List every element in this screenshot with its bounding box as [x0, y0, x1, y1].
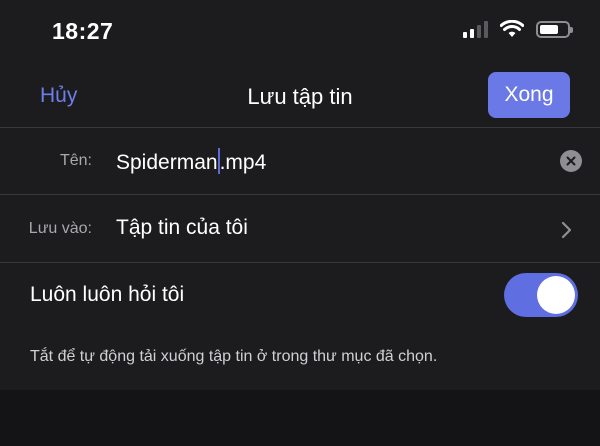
always-ask-row: Luôn luôn hỏi tôi [0, 263, 600, 326]
always-ask-label: Luôn luôn hỏi tôi [30, 283, 185, 306]
close-icon [566, 156, 576, 166]
nav-bar: Hủy Lưu tập tin Xong [0, 64, 600, 128]
battery-icon [536, 20, 573, 38]
bottom-background [0, 390, 600, 446]
name-field-text-before: Spiderman [116, 151, 218, 174]
footer: Tắt để tự động tải xuống tập tin ở trong… [0, 326, 600, 390]
name-label: Tên: [59, 152, 92, 169]
status-icons [463, 20, 573, 38]
clear-text-button[interactable] [560, 150, 582, 172]
done-button[interactable]: Xong [488, 72, 570, 118]
save-location-value: Tập tin của tôi [116, 216, 248, 239]
save-location-label: Lưu vào: [28, 220, 92, 237]
status-bar: 18:27 [0, 0, 600, 64]
wifi-icon [500, 20, 524, 37]
footer-hint: Tắt để tự động tải xuống tập tin ở trong… [30, 348, 438, 365]
always-ask-toggle[interactable] [504, 273, 578, 317]
cellular-signal-icon [463, 20, 488, 38]
name-field[interactable]: Spiderman.mp4 [116, 148, 266, 175]
name-row: Tên: Spiderman.mp4 [0, 128, 600, 194]
name-field-text-after: .mp4 [219, 151, 267, 174]
chevron-right-icon [561, 221, 572, 239]
save-location-row[interactable]: Lưu vào: Tập tin của tôi [0, 195, 600, 262]
toggle-knob [537, 276, 575, 314]
status-time: 18:27 [52, 18, 114, 44]
